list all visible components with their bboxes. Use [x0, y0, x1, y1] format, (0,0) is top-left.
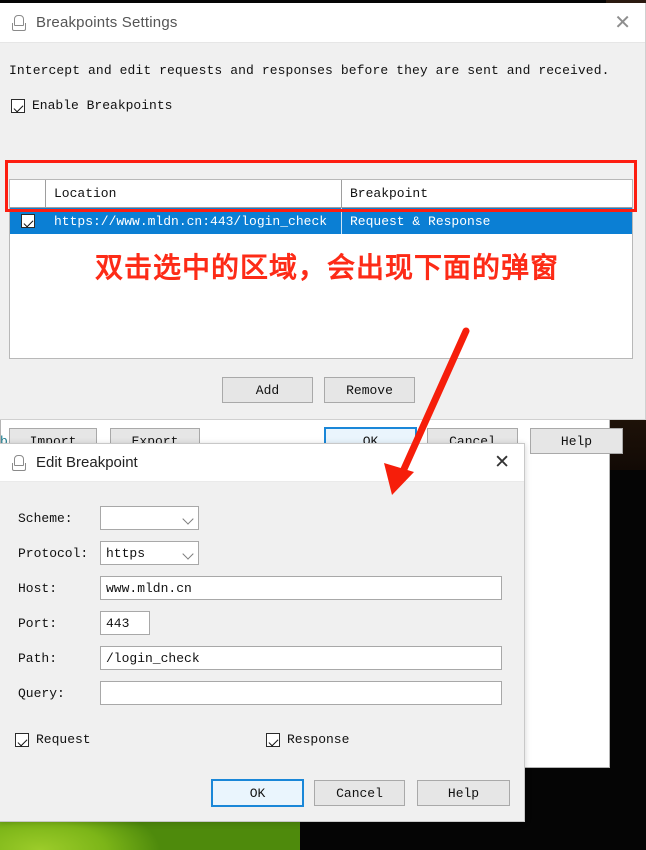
- query-label: Query:: [18, 685, 65, 701]
- dialog-titlebar: Edit Breakpoint ✕: [0, 444, 524, 482]
- add-button[interactable]: Add: [222, 377, 313, 403]
- app-icon: [10, 14, 26, 31]
- enable-breakpoints-label: Enable Breakpoints: [32, 98, 173, 113]
- dialog-cancel-button[interactable]: Cancel: [314, 780, 405, 806]
- close-icon[interactable]: ✕: [614, 13, 631, 33]
- column-header-checkbox: [10, 180, 46, 207]
- remove-button[interactable]: Remove: [324, 377, 415, 403]
- help-button[interactable]: Help: [530, 428, 623, 454]
- chevron-down-icon: [183, 513, 194, 524]
- response-checkbox-row[interactable]: Response: [266, 732, 349, 747]
- port-label: Port:: [18, 615, 58, 631]
- query-row: Query:: [18, 681, 508, 705]
- dialog-help-button[interactable]: Help: [417, 780, 510, 806]
- request-label: Request: [36, 732, 91, 747]
- enable-breakpoints-row[interactable]: Enable Breakpoints: [11, 98, 172, 113]
- protocol-value: https: [106, 545, 146, 561]
- path-input[interactable]: /login_check: [100, 646, 502, 670]
- row-breakpoint: Request & Response: [342, 208, 632, 234]
- column-header-location: Location: [46, 180, 342, 207]
- row-location: https://www.mldn.cn:443/login_check: [46, 208, 342, 234]
- host-label: Host:: [18, 580, 58, 596]
- row-checkbox-cell[interactable]: [10, 208, 46, 234]
- row-enabled-checkbox[interactable]: [21, 214, 35, 228]
- column-header-breakpoint: Breakpoint: [350, 186, 429, 201]
- intro-description: Intercept and edit requests and response…: [9, 63, 610, 78]
- window-body: Intercept and edit requests and response…: [0, 43, 645, 455]
- port-input[interactable]: 443: [100, 611, 150, 635]
- path-row: Path: /login_check: [18, 646, 508, 670]
- table-row[interactable]: https://www.mldn.cn:443/login_check Requ…: [10, 208, 632, 234]
- request-checkbox[interactable]: [15, 732, 29, 747]
- request-checkbox-row[interactable]: Request: [15, 732, 91, 747]
- path-label: Path:: [18, 650, 58, 666]
- window-title: Breakpoints Settings: [36, 14, 178, 31]
- protocol-label: Protocol:: [18, 545, 89, 561]
- edit-breakpoint-dialog: Edit Breakpoint ✕ Scheme: Protocol: http…: [0, 443, 525, 822]
- protocol-row: Protocol: https: [18, 541, 508, 565]
- scheme-select[interactable]: [100, 506, 199, 530]
- host-row: Host: www.mldn.cn: [18, 576, 508, 600]
- port-row: Port: 443: [18, 611, 508, 635]
- response-checkbox[interactable]: [266, 732, 280, 747]
- protocol-select[interactable]: https: [100, 541, 199, 565]
- query-input[interactable]: [100, 681, 502, 705]
- scheme-label: Scheme:: [18, 510, 73, 526]
- window-titlebar: Breakpoints Settings ✕: [0, 3, 645, 43]
- table-header-row: Location Breakpoint: [10, 180, 632, 208]
- dialog-title: Edit Breakpoint: [36, 454, 138, 471]
- app-icon: [10, 454, 26, 471]
- response-label: Response: [287, 732, 350, 747]
- annotation-text: 双击选中的区域，会出现下面的弹窗: [95, 252, 560, 283]
- enable-breakpoints-checkbox[interactable]: [11, 98, 25, 113]
- chevron-down-icon: [183, 548, 194, 559]
- breakpoints-settings-window: Breakpoints Settings ✕ Intercept and edi…: [0, 3, 646, 455]
- scheme-row: Scheme:: [18, 506, 508, 530]
- host-input[interactable]: www.mldn.cn: [100, 576, 502, 600]
- dialog-ok-button[interactable]: OK: [211, 779, 304, 807]
- close-icon[interactable]: ✕: [494, 453, 510, 472]
